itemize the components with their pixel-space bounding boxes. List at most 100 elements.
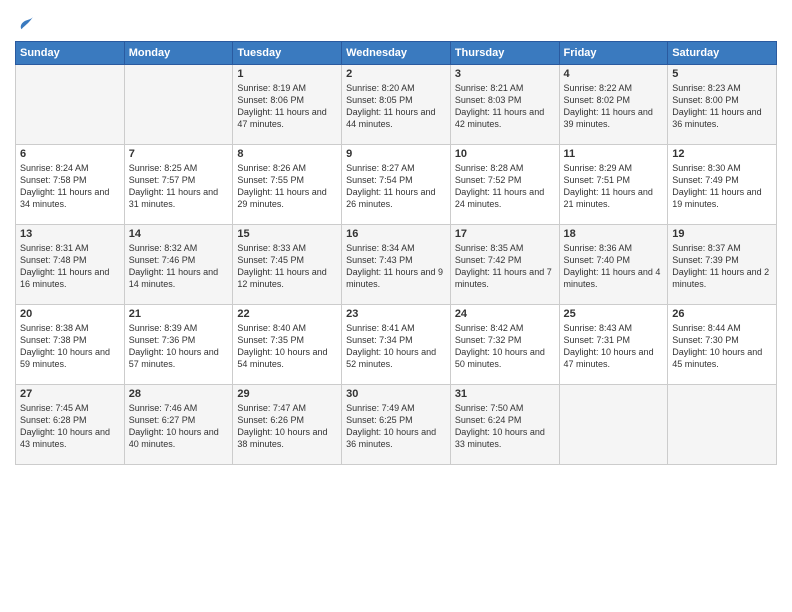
weekday-header: Monday: [124, 42, 233, 65]
day-number: 5: [672, 68, 772, 80]
logo: [15, 15, 35, 33]
day-info: Sunrise: 8:35 AM Sunset: 7:42 PM Dayligh…: [455, 242, 555, 291]
calendar-cell: 26 Sunrise: 8:44 AM Sunset: 7:30 PM Dayli…: [668, 305, 777, 385]
calendar-cell: 4 Sunrise: 8:22 AM Sunset: 8:02 PM Daylig…: [559, 65, 668, 145]
day-number: 31: [455, 388, 555, 400]
day-number: 16: [346, 228, 446, 240]
day-info: Sunrise: 8:31 AM Sunset: 7:48 PM Dayligh…: [20, 242, 120, 291]
day-info: Sunrise: 8:38 AM Sunset: 7:38 PM Dayligh…: [20, 322, 120, 371]
day-info: Sunrise: 8:34 AM Sunset: 7:43 PM Dayligh…: [346, 242, 446, 291]
calendar-week-row: 6 Sunrise: 8:24 AM Sunset: 7:58 PM Daylig…: [16, 145, 777, 225]
day-info: Sunrise: 8:42 AM Sunset: 7:32 PM Dayligh…: [455, 322, 555, 371]
day-number: 6: [20, 148, 120, 160]
calendar-cell: 19 Sunrise: 8:37 AM Sunset: 7:39 PM Dayli…: [668, 225, 777, 305]
calendar-cell: 2 Sunrise: 8:20 AM Sunset: 8:05 PM Daylig…: [342, 65, 451, 145]
day-number: 3: [455, 68, 555, 80]
day-info: Sunrise: 7:45 AM Sunset: 6:28 PM Dayligh…: [20, 402, 120, 451]
header-row: SundayMondayTuesdayWednesdayThursdayFrid…: [16, 42, 777, 65]
calendar-week-row: 1 Sunrise: 8:19 AM Sunset: 8:06 PM Daylig…: [16, 65, 777, 145]
day-info: Sunrise: 8:20 AM Sunset: 8:05 PM Dayligh…: [346, 82, 446, 131]
weekday-header: Tuesday: [233, 42, 342, 65]
day-info: Sunrise: 8:30 AM Sunset: 7:49 PM Dayligh…: [672, 162, 772, 211]
day-number: 26: [672, 308, 772, 320]
calendar-cell: 22Sunrise: 8:40 AM Sunset: 7:35 PM Dayli…: [233, 305, 342, 385]
day-number: 4: [564, 68, 664, 80]
calendar-cell: 11 Sunrise: 8:29 AM Sunset: 7:51 PM Dayli…: [559, 145, 668, 225]
day-number: 23: [346, 308, 446, 320]
day-number: 2: [346, 68, 446, 80]
day-number: 30: [346, 388, 446, 400]
day-info: Sunrise: 8:37 AM Sunset: 7:39 PM Dayligh…: [672, 242, 772, 291]
header: [15, 10, 777, 33]
day-info: Sunrise: 8:29 AM Sunset: 7:51 PM Dayligh…: [564, 162, 664, 211]
calendar-cell: 3Sunrise: 8:21 AM Sunset: 8:03 PM Daylig…: [450, 65, 559, 145]
logo-bird-icon: [17, 15, 35, 33]
calendar-cell: 24 Sunrise: 8:42 AM Sunset: 7:32 PM Dayli…: [450, 305, 559, 385]
day-number: 11: [564, 148, 664, 160]
day-info: Sunrise: 7:47 AM Sunset: 6:26 PM Dayligh…: [237, 402, 337, 451]
calendar-cell: 12 Sunrise: 8:30 AM Sunset: 7:49 PM Dayli…: [668, 145, 777, 225]
day-number: 28: [129, 388, 229, 400]
day-number: 25: [564, 308, 664, 320]
day-number: 17: [455, 228, 555, 240]
day-number: 24: [455, 308, 555, 320]
page-container: SundayMondayTuesdayWednesdayThursdayFrid…: [0, 0, 792, 475]
day-info: Sunrise: 7:49 AM Sunset: 6:25 PM Dayligh…: [346, 402, 446, 451]
day-number: 1: [237, 68, 337, 80]
calendar-cell: 27 Sunrise: 7:45 AM Sunset: 6:28 PM Dayli…: [16, 385, 125, 465]
calendar-cell: 16 Sunrise: 8:34 AM Sunset: 7:43 PM Dayli…: [342, 225, 451, 305]
day-info: Sunrise: 8:44 AM Sunset: 7:30 PM Dayligh…: [672, 322, 772, 371]
calendar-cell: 30 Sunrise: 7:49 AM Sunset: 6:25 PM Dayli…: [342, 385, 451, 465]
day-info: Sunrise: 8:26 AM Sunset: 7:55 PM Dayligh…: [237, 162, 337, 211]
day-number: 7: [129, 148, 229, 160]
day-info: Sunrise: 8:39 AM Sunset: 7:36 PM Dayligh…: [129, 322, 229, 371]
day-info: Sunrise: 8:41 AM Sunset: 7:34 PM Dayligh…: [346, 322, 446, 371]
calendar-cell: 1 Sunrise: 8:19 AM Sunset: 8:06 PM Daylig…: [233, 65, 342, 145]
day-number: 21: [129, 308, 229, 320]
day-number: 18: [564, 228, 664, 240]
calendar-cell: [124, 65, 233, 145]
calendar-cell: [559, 385, 668, 465]
day-info: Sunrise: 8:33 AM Sunset: 7:45 PM Dayligh…: [237, 242, 337, 291]
calendar-cell: 6 Sunrise: 8:24 AM Sunset: 7:58 PM Daylig…: [16, 145, 125, 225]
calendar-week-row: 20 Sunrise: 8:38 AM Sunset: 7:38 PM Dayli…: [16, 305, 777, 385]
calendar-cell: 20 Sunrise: 8:38 AM Sunset: 7:38 PM Dayli…: [16, 305, 125, 385]
weekday-header: Wednesday: [342, 42, 451, 65]
day-info: Sunrise: 8:32 AM Sunset: 7:46 PM Dayligh…: [129, 242, 229, 291]
day-number: 14: [129, 228, 229, 240]
calendar-cell: 13Sunrise: 8:31 AM Sunset: 7:48 PM Dayli…: [16, 225, 125, 305]
day-info: Sunrise: 8:22 AM Sunset: 8:02 PM Dayligh…: [564, 82, 664, 131]
day-info: Sunrise: 7:50 AM Sunset: 6:24 PM Dayligh…: [455, 402, 555, 451]
calendar-cell: 23 Sunrise: 8:41 AM Sunset: 7:34 PM Dayli…: [342, 305, 451, 385]
day-number: 19: [672, 228, 772, 240]
calendar-cell: 28Sunrise: 7:46 AM Sunset: 6:27 PM Dayli…: [124, 385, 233, 465]
calendar-cell: 31 Sunrise: 7:50 AM Sunset: 6:24 PM Dayli…: [450, 385, 559, 465]
day-info: Sunrise: 8:28 AM Sunset: 7:52 PM Dayligh…: [455, 162, 555, 211]
day-info: Sunrise: 8:24 AM Sunset: 7:58 PM Dayligh…: [20, 162, 120, 211]
day-info: Sunrise: 8:36 AM Sunset: 7:40 PM Dayligh…: [564, 242, 664, 291]
calendar-body: 1 Sunrise: 8:19 AM Sunset: 8:06 PM Daylig…: [16, 65, 777, 465]
day-number: 20: [20, 308, 120, 320]
calendar-cell: 9 Sunrise: 8:27 AM Sunset: 7:54 PM Daylig…: [342, 145, 451, 225]
calendar-cell: [668, 385, 777, 465]
calendar-week-row: 27 Sunrise: 7:45 AM Sunset: 6:28 PM Dayli…: [16, 385, 777, 465]
calendar-cell: 14 Sunrise: 8:32 AM Sunset: 7:46 PM Dayli…: [124, 225, 233, 305]
day-info: Sunrise: 8:19 AM Sunset: 8:06 PM Dayligh…: [237, 82, 337, 131]
calendar-cell: 8Sunrise: 8:26 AM Sunset: 7:55 PM Daylig…: [233, 145, 342, 225]
day-number: 15: [237, 228, 337, 240]
day-number: 9: [346, 148, 446, 160]
calendar-cell: 15 Sunrise: 8:33 AM Sunset: 7:45 PM Dayli…: [233, 225, 342, 305]
calendar-cell: 5Sunrise: 8:23 AM Sunset: 8:00 PM Daylig…: [668, 65, 777, 145]
calendar-cell: 18 Sunrise: 8:36 AM Sunset: 7:40 PM Dayli…: [559, 225, 668, 305]
calendar-cell: 7 Sunrise: 8:25 AM Sunset: 7:57 PM Daylig…: [124, 145, 233, 225]
day-number: 27: [20, 388, 120, 400]
day-number: 12: [672, 148, 772, 160]
calendar-cell: 21 Sunrise: 8:39 AM Sunset: 7:36 PM Dayli…: [124, 305, 233, 385]
day-number: 29: [237, 388, 337, 400]
weekday-header: Friday: [559, 42, 668, 65]
day-info: Sunrise: 8:25 AM Sunset: 7:57 PM Dayligh…: [129, 162, 229, 211]
calendar-table: SundayMondayTuesdayWednesdayThursdayFrid…: [15, 41, 777, 465]
day-info: Sunrise: 8:27 AM Sunset: 7:54 PM Dayligh…: [346, 162, 446, 211]
calendar-header: SundayMondayTuesdayWednesdayThursdayFrid…: [16, 42, 777, 65]
day-info: Sunrise: 8:40 AM Sunset: 7:35 PM Dayligh…: [237, 322, 337, 371]
